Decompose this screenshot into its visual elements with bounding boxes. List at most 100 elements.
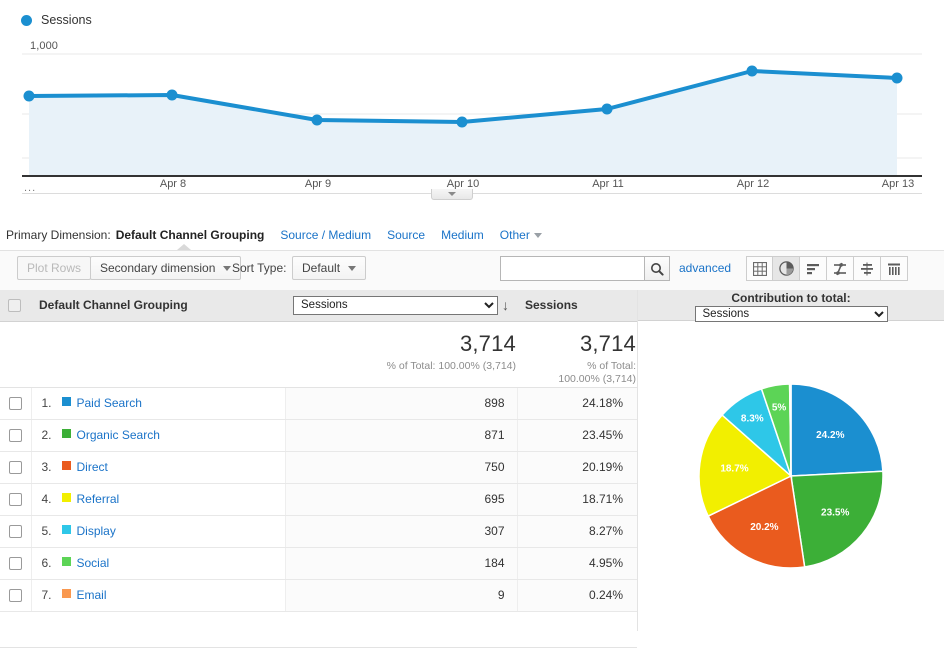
- row-dimension-cell: 7. Email: [31, 579, 286, 612]
- table-filler-row: [0, 611, 637, 648]
- totals-metric1-cell: 3,714 % of Total: 100.00% (3,714): [285, 321, 517, 388]
- row-checkbox-cell[interactable]: [0, 451, 32, 484]
- row-dimension-cell: 6. Social: [31, 547, 286, 580]
- totals-dimension-cell: [31, 321, 285, 388]
- row-rank: 1.: [41, 396, 52, 410]
- search-icon: [651, 262, 664, 276]
- pie-slice-label: 20.2%: [750, 521, 778, 532]
- dimension-header[interactable]: Default Channel Grouping: [31, 290, 285, 322]
- chart-legend-label: Sessions: [41, 13, 92, 27]
- plot-rows-button[interactable]: Plot Rows: [17, 256, 92, 280]
- sort-type-button[interactable]: Default: [292, 256, 367, 280]
- view-toggle-group: [746, 256, 908, 281]
- row-dimension-link[interactable]: Display: [77, 524, 116, 538]
- totals-checkbox-cell: [0, 321, 31, 388]
- primary-dimension-medium[interactable]: Medium: [441, 228, 484, 242]
- channels-table-wrapper: Default Channel Grouping Sessions ↓ Sess…: [0, 290, 637, 648]
- row-checkbox-cell[interactable]: [0, 483, 32, 516]
- x-tick-apr-13: Apr 13: [881, 178, 915, 190]
- table-row: 5. Display 307 8.27%: [0, 515, 637, 548]
- timeline-plot-area: [22, 38, 922, 175]
- row-checkbox[interactable]: [8, 589, 22, 603]
- search-button[interactable]: [644, 256, 670, 281]
- totals-metric1-value: 3,714: [459, 330, 516, 356]
- row-dimension-link[interactable]: Social: [77, 556, 110, 570]
- sessions-timeline-chart: Sessions 1,000 500: [0, 0, 944, 212]
- row-dimension-link[interactable]: Email: [77, 588, 107, 602]
- row-checkbox[interactable]: [8, 493, 22, 507]
- secondary-dimension-button[interactable]: Secondary dimension: [90, 256, 242, 280]
- primary-dimension-source-medium[interactable]: Source / Medium: [280, 228, 371, 242]
- performance-view-icon[interactable]: [827, 256, 854, 281]
- metric-select-header: Sessions ↓: [285, 290, 517, 322]
- totals-metric2-cell: 3,714 % of Total: 100.00% (3,714): [517, 321, 637, 388]
- contribution-title: Contribution to total:: [731, 291, 851, 305]
- table-filler-cell: [0, 611, 637, 648]
- chart-legend[interactable]: Sessions: [21, 13, 92, 27]
- pie-slice-label: 24.2%: [816, 430, 844, 441]
- row-dimension-cell: 5. Display: [31, 515, 286, 548]
- primary-dimension-other-label: Other: [499, 228, 530, 242]
- row-checkbox[interactable]: [8, 557, 22, 571]
- table-row: 6. Social 184 4.95%: [0, 547, 637, 580]
- row-sessions-value: 184: [285, 547, 518, 580]
- sort-descending-icon[interactable]: ↓: [502, 298, 509, 312]
- row-dimension-link[interactable]: Organic Search: [77, 428, 160, 442]
- table-row: 1. Paid Search 898 24.18%: [0, 387, 637, 420]
- contribution-metric-select[interactable]: Sessions: [694, 306, 888, 322]
- table-toolbar: Plot Rows Secondary dimension Sort Type:…: [0, 250, 944, 290]
- sort-type-label: Sort Type:: [232, 261, 287, 275]
- select-all-header[interactable]: [0, 290, 31, 322]
- table-row: 3. Direct 750 20.19%: [0, 451, 637, 484]
- pie-slice-label: 8.3%: [741, 413, 764, 424]
- row-rank: 3.: [41, 460, 52, 474]
- metric-select[interactable]: Sessions: [293, 295, 498, 315]
- pivot-view-icon[interactable]: [881, 256, 908, 281]
- row-percent-value: 23.45%: [517, 419, 637, 452]
- contribution-pie-chart[interactable]: 24.2% 23.5% 20.2% 18.7% 8.3% 5%: [691, 376, 891, 576]
- table-header-row: Default Channel Grouping Sessions ↓ Sess…: [0, 290, 637, 322]
- chevron-down-icon: [448, 191, 456, 196]
- chart-expand-handle[interactable]: [431, 189, 473, 200]
- row-checkbox[interactable]: [8, 429, 22, 443]
- row-checkbox-cell[interactable]: [0, 515, 32, 548]
- row-checkbox-cell[interactable]: [0, 547, 32, 580]
- table-view-icon[interactable]: [746, 256, 773, 281]
- row-dimension-link[interactable]: Direct: [77, 460, 108, 474]
- primary-dimension-bar: Primary Dimension: Default Channel Group…: [0, 223, 944, 247]
- primary-dimension-source[interactable]: Source: [387, 228, 425, 242]
- metric2-header[interactable]: Sessions: [517, 290, 637, 322]
- comparison-view-icon[interactable]: [854, 256, 881, 281]
- primary-dimension-active[interactable]: Default Channel Grouping: [116, 228, 265, 242]
- row-rank: 7.: [41, 588, 52, 602]
- row-rank: 5.: [41, 524, 52, 538]
- table-search: [500, 256, 670, 281]
- row-sessions-value: 307: [285, 515, 518, 548]
- select-all-checkbox[interactable]: [8, 299, 21, 313]
- row-dimension-link[interactable]: Paid Search: [77, 396, 142, 410]
- row-sessions-value: 695: [285, 483, 518, 516]
- row-dimension-cell: 4. Referral: [31, 483, 286, 516]
- primary-dimension-other[interactable]: Other: [500, 228, 542, 242]
- row-dimension-link[interactable]: Referral: [77, 492, 120, 506]
- row-checkbox[interactable]: [8, 525, 22, 539]
- chevron-down-icon: [533, 232, 542, 238]
- advanced-filter-link[interactable]: advanced: [679, 261, 731, 275]
- pie-slice[interactable]: [790, 469, 884, 568]
- row-color-swatch: [61, 429, 71, 438]
- channels-table-body: 3,714 % of Total: 100.00% (3,714) 3,714 …: [0, 321, 637, 648]
- row-checkbox-cell[interactable]: [0, 387, 32, 420]
- row-checkbox-cell[interactable]: [0, 579, 32, 612]
- pie-slice-label: 23.5%: [821, 507, 849, 518]
- row-checkbox[interactable]: [8, 397, 22, 411]
- row-checkbox-cell[interactable]: [0, 419, 32, 452]
- totals-metric1-sub: % of Total: 100.00% (3,714): [386, 359, 516, 372]
- x-tick-apr-8: Apr 8: [159, 178, 187, 190]
- pie-chart-view-icon[interactable]: [773, 256, 800, 281]
- row-checkbox[interactable]: [8, 461, 22, 475]
- x-tick-apr-12: Apr 12: [736, 178, 770, 190]
- x-tick-apr-11: Apr 11: [592, 178, 624, 190]
- row-percent-value: 20.19%: [517, 451, 637, 484]
- search-input[interactable]: [500, 256, 644, 281]
- bar-chart-view-icon[interactable]: [800, 256, 827, 281]
